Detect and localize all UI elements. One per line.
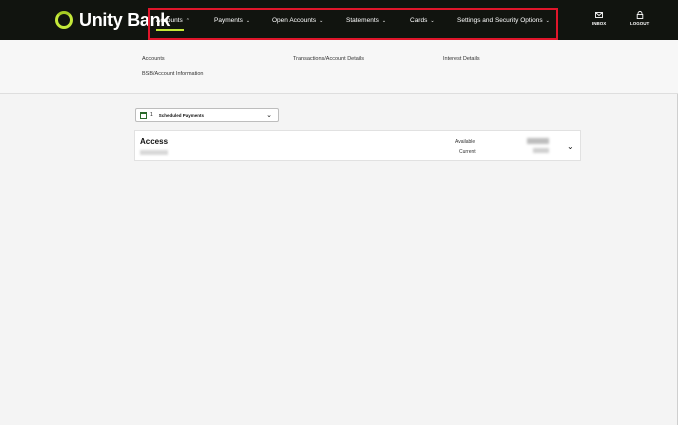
account-name: Access (140, 137, 169, 146)
logo-ring-icon (55, 11, 73, 29)
scheduled-label: Scheduled Payments (158, 112, 205, 118)
account-number-redacted (140, 150, 168, 155)
lock-icon (636, 11, 643, 19)
nav-statements[interactable]: Statements ⌄ (346, 17, 386, 24)
expand-chevron-icon[interactable]: ⌄ (567, 142, 574, 151)
submenu-transactions-link[interactable]: Transactions/Account Details (293, 56, 364, 62)
account-card[interactable]: Access Available Current ⌄ (134, 130, 581, 161)
envelope-icon (595, 12, 604, 18)
nav-settings-security[interactable]: Settings and Security Options ⌄ (457, 17, 550, 24)
submenu-interest-link[interactable]: Interest Details (443, 56, 480, 62)
chevron-down-icon: ⌄ (545, 17, 550, 24)
logout-button[interactable]: LOGOUT (630, 11, 649, 26)
nav-open-accounts[interactable]: Open Accounts ⌄ (272, 17, 323, 24)
submenu-accounts-link[interactable]: Accounts (142, 56, 165, 62)
current-label: Current (459, 149, 476, 155)
chevron-down-icon: ⌄ (381, 17, 387, 24)
chevron-down-icon: ⌄ (319, 17, 324, 24)
nav-payments[interactable]: Payments ⌄ (214, 17, 250, 24)
submenu-bsb-link[interactable]: BSB/Account Information (142, 71, 203, 77)
available-label: Available (455, 139, 476, 145)
calendar-icon (140, 111, 147, 119)
active-nav-underline (156, 29, 184, 31)
nav-cards[interactable]: Cards ⌄ (410, 17, 435, 24)
chevron-down-icon: ⌄ (430, 17, 435, 24)
scheduled-payments-dropdown[interactable]: 1 Scheduled Payments ⌄ (135, 108, 279, 122)
chevron-up-icon: ⌃ (185, 17, 190, 24)
accounts-submenu: Accounts Transactions/Account Details In… (0, 40, 678, 94)
nav-accounts[interactable]: Accounts ⌃ (156, 17, 190, 24)
chevron-down-icon: ⌄ (266, 112, 272, 119)
chevron-down-icon: ⌄ (245, 17, 251, 24)
available-balance-redacted (527, 138, 549, 144)
current-balance-redacted (533, 148, 549, 153)
nav-highlight-box (148, 8, 558, 40)
top-navigation-bar: Unity Bank Accounts ⌃ Payments ⌄ Open Ac… (0, 0, 678, 40)
scheduled-count: 1 (150, 112, 153, 118)
inbox-button[interactable]: INBOX (592, 11, 606, 26)
